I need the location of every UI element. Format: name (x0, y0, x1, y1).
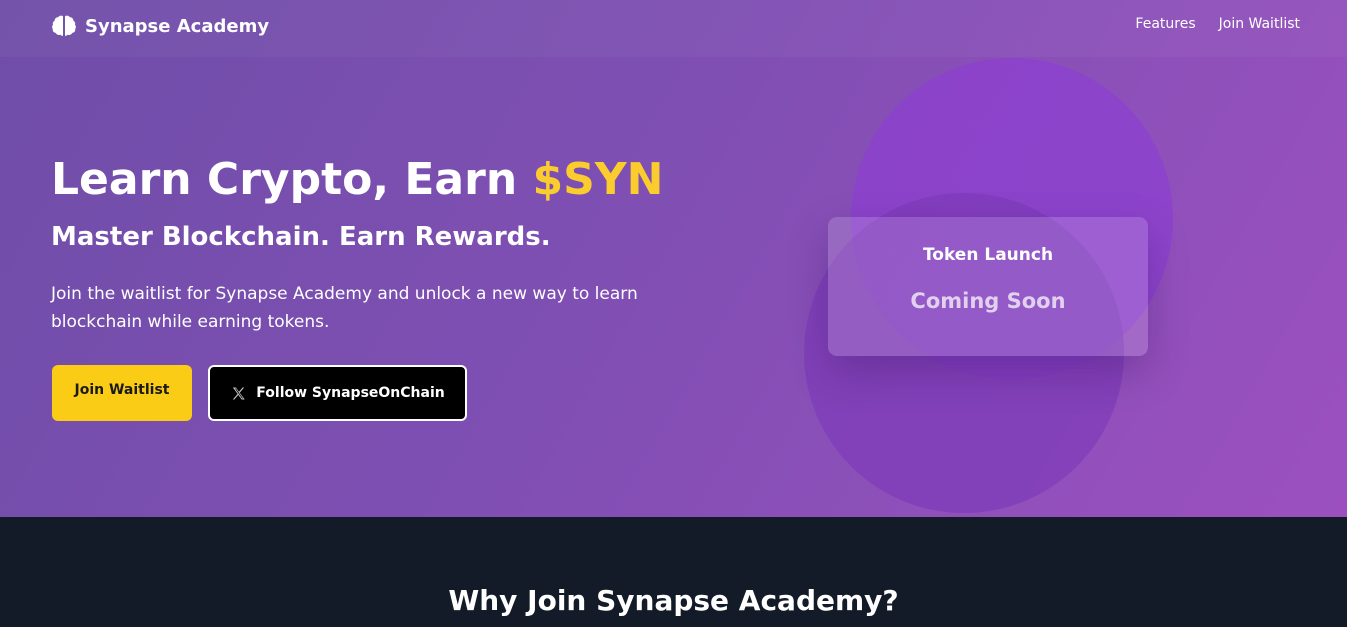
join-waitlist-button[interactable]: Join Waitlist (52, 365, 192, 421)
features-section-title: Why Join Synapse Academy? (448, 584, 899, 617)
hero-subheadline: Master Blockchain. Earn Rewards. (51, 222, 551, 252)
hero-headline: Learn Crypto, Earn $SYN (51, 153, 663, 207)
x-logo-icon (230, 385, 247, 402)
headline-token-symbol: $SYN (532, 154, 664, 205)
join-waitlist-label: Join Waitlist (74, 382, 170, 398)
follow-label: Follow SynapseOnChain (256, 385, 445, 401)
nav-links: Features Join Waitlist (1135, 16, 1300, 32)
token-card-title: Token Launch (922, 245, 1054, 265)
brain-icon (51, 13, 77, 39)
nav-link-features[interactable]: Features (1135, 16, 1195, 32)
nav-link-join-waitlist[interactable]: Join Waitlist (1219, 16, 1300, 32)
brand-name: Synapse Academy (85, 15, 270, 37)
top-navbar: Synapse Academy Features Join Waitlist (0, 0, 1347, 57)
brand-logo-link[interactable]: Synapse Academy (51, 12, 269, 40)
token-launch-card: Token Launch Coming Soon (828, 217, 1148, 356)
hero-section: Synapse Academy Features Join Waitlist T… (0, 0, 1347, 517)
token-card-status: Coming Soon (910, 289, 1066, 313)
follow-x-button[interactable]: Follow SynapseOnChain (208, 365, 467, 421)
hero-description: Join the waitlist for Synapse Academy an… (51, 284, 638, 332)
headline-text: Learn Crypto, Earn (51, 154, 533, 205)
